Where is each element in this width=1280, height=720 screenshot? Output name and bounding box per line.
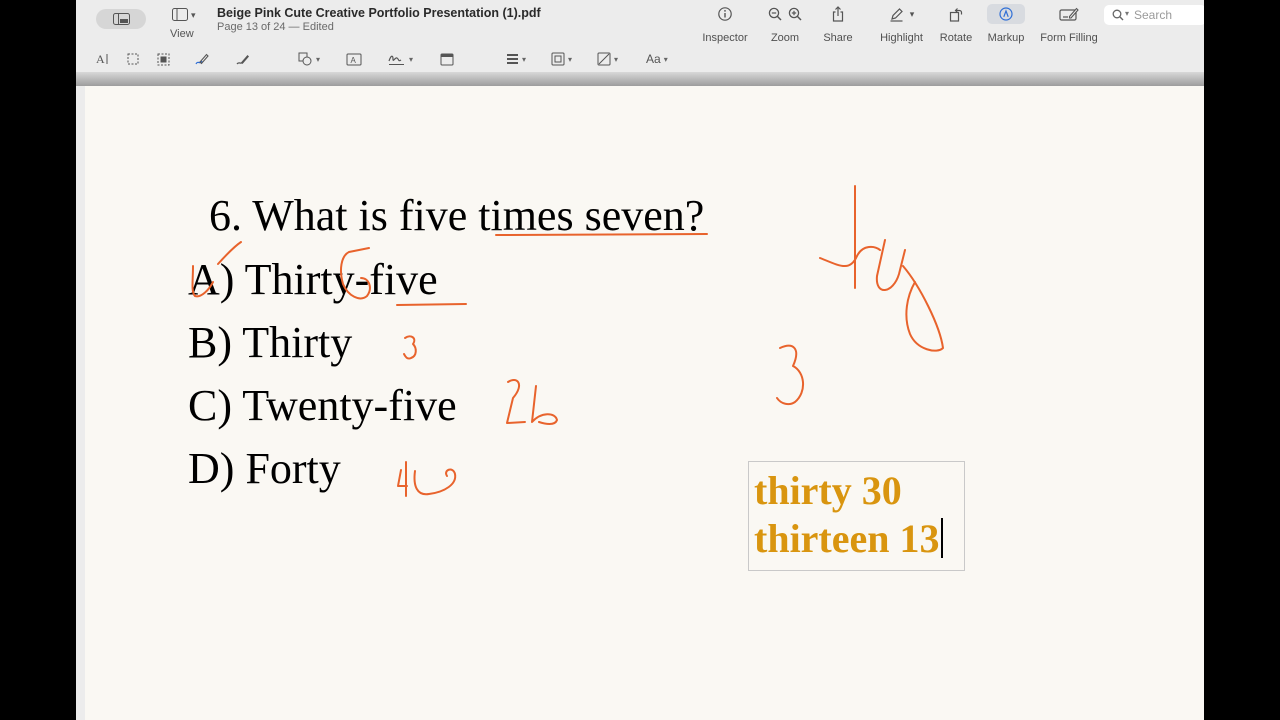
rotate-icon [949, 7, 963, 22]
checkmark-scribble[interactable] [191, 241, 242, 298]
chevron-down-icon: ▾ [568, 54, 573, 64]
zoom-buttons[interactable]: Zoom [761, 4, 809, 44]
svg-text:A: A [96, 52, 105, 66]
search-placeholder: Search [1134, 8, 1173, 22]
sidebar-icon [113, 13, 130, 25]
text-selection-tool[interactable]: A [96, 50, 110, 68]
zoom-out-icon[interactable] [768, 7, 782, 21]
rotate-button[interactable]: Rotate [937, 4, 975, 44]
title-toolbar: ▾ View Beige Pink Cute Creative Portfoli… [76, 0, 1204, 46]
sketch-icon [195, 53, 209, 64]
text-selection-icon: A [96, 52, 108, 66]
view-menu-button[interactable]: ▾ View [170, 6, 202, 44]
form-filling-label: Form Filling [1040, 32, 1098, 44]
form-filling-button[interactable]: Form Filling [1036, 4, 1102, 44]
shapes-icon [298, 52, 312, 66]
markup-toggle-button[interactable]: Markup [985, 4, 1027, 44]
underline-times-seven[interactable] [495, 233, 708, 236]
search-field[interactable]: ▾ Search [1104, 5, 1204, 25]
shape-style-tool[interactable]: ▾ [506, 50, 526, 68]
toolbar-divider [76, 72, 1204, 86]
markup-active-indicator [987, 4, 1025, 24]
search-icon [1112, 9, 1124, 21]
sidebar-layout-icon [172, 8, 188, 21]
chevron-down-icon: ▾ [522, 54, 527, 64]
instant-alpha-icon [157, 53, 170, 65]
border-color-icon [551, 52, 565, 66]
inspector-label: Inspector [702, 32, 748, 44]
text-annotation-line-2[interactable]: thirteen 13 [754, 515, 964, 563]
document-title[interactable]: Beige Pink Cute Creative Portfolio Prese… [217, 6, 541, 20]
chevron-down-icon: ▾ [614, 54, 619, 64]
highlighter-icon [890, 7, 903, 22]
svg-text:A: A [351, 56, 357, 65]
note-tool[interactable] [440, 50, 454, 68]
document-subtitle: Page 13 of 24 — Edited [217, 21, 334, 33]
pdf-page[interactable]: 6. What is five times seven? A) Thirty-f… [85, 86, 1204, 720]
highlight-button[interactable]: ▾ Highlight [874, 4, 929, 44]
inspector-button[interactable]: Inspector [696, 4, 754, 44]
text-cursor [940, 518, 943, 558]
sidebar-toggle-button[interactable] [96, 9, 146, 29]
markup-toolbar: A ▾ A ▾ ▾ ▾ ▾ Aa ▾ [76, 46, 1204, 72]
shape-style-icon [507, 54, 518, 64]
rotate-label: Rotate [939, 32, 973, 44]
highlight-label: Highlight [880, 32, 923, 44]
chevron-down-icon: ▾ [316, 54, 321, 64]
handwritten-3-right[interactable] [776, 344, 804, 406]
fill-color-tool[interactable]: ▾ [597, 50, 618, 68]
info-icon [718, 7, 732, 21]
preview-window: ▾ View Beige Pink Cute Creative Portfoli… [76, 0, 1204, 720]
view-label: View [170, 28, 194, 40]
border-color-tool[interactable]: ▾ [551, 50, 572, 68]
zoom-label: Zoom [770, 32, 800, 44]
shapes-tool[interactable]: ▾ [298, 50, 320, 68]
draw-tool[interactable] [235, 50, 250, 68]
text-annotation-line-2-text: thirteen 13 [754, 516, 940, 561]
text-annotation-box[interactable]: thirty 30 thirteen 13 [748, 461, 965, 571]
share-button[interactable]: Share [818, 4, 858, 44]
rect-selection-tool[interactable] [127, 50, 139, 68]
handwritten-annotations[interactable] [85, 86, 1204, 720]
chevron-down-icon: ▾ [663, 54, 668, 64]
text-box-tool[interactable]: A [346, 50, 362, 68]
draw-icon [236, 54, 249, 64]
sketch-tool[interactable] [194, 50, 209, 68]
handwritten-5-scribble[interactable] [340, 247, 371, 300]
rect-selection-icon [127, 53, 139, 65]
markup-pen-icon [999, 7, 1013, 21]
markup-label: Markup [987, 32, 1025, 44]
signature-icon [388, 55, 404, 65]
fill-color-icon [597, 52, 611, 66]
chevron-down-icon: ▾ [409, 54, 414, 64]
handwritten-3[interactable] [403, 335, 417, 360]
chevron-down-icon: ▾ [191, 10, 196, 20]
instant-alpha-tool[interactable] [157, 50, 170, 68]
underline-five[interactable] [396, 303, 467, 306]
handwritten-25[interactable] [506, 379, 558, 425]
text-box-icon: A [346, 53, 362, 65]
share-icon [832, 6, 844, 22]
handwritten-40[interactable] [397, 461, 457, 497]
signature-tool[interactable]: ▾ [388, 50, 413, 68]
handwritten-35[interactable] [819, 185, 944, 352]
text-annotation-line-1[interactable]: thirty 30 [754, 467, 964, 515]
note-icon [440, 53, 454, 65]
zoom-in-icon[interactable] [788, 7, 802, 21]
form-filling-icon [1059, 7, 1079, 21]
text-style-tool[interactable]: Aa ▾ [646, 50, 668, 68]
chevron-down-icon[interactable]: ▾ [910, 9, 915, 20]
share-label: Share [823, 32, 853, 44]
text-style-icon: Aa [646, 52, 661, 66]
chevron-down-icon: ▾ [1125, 9, 1130, 18]
